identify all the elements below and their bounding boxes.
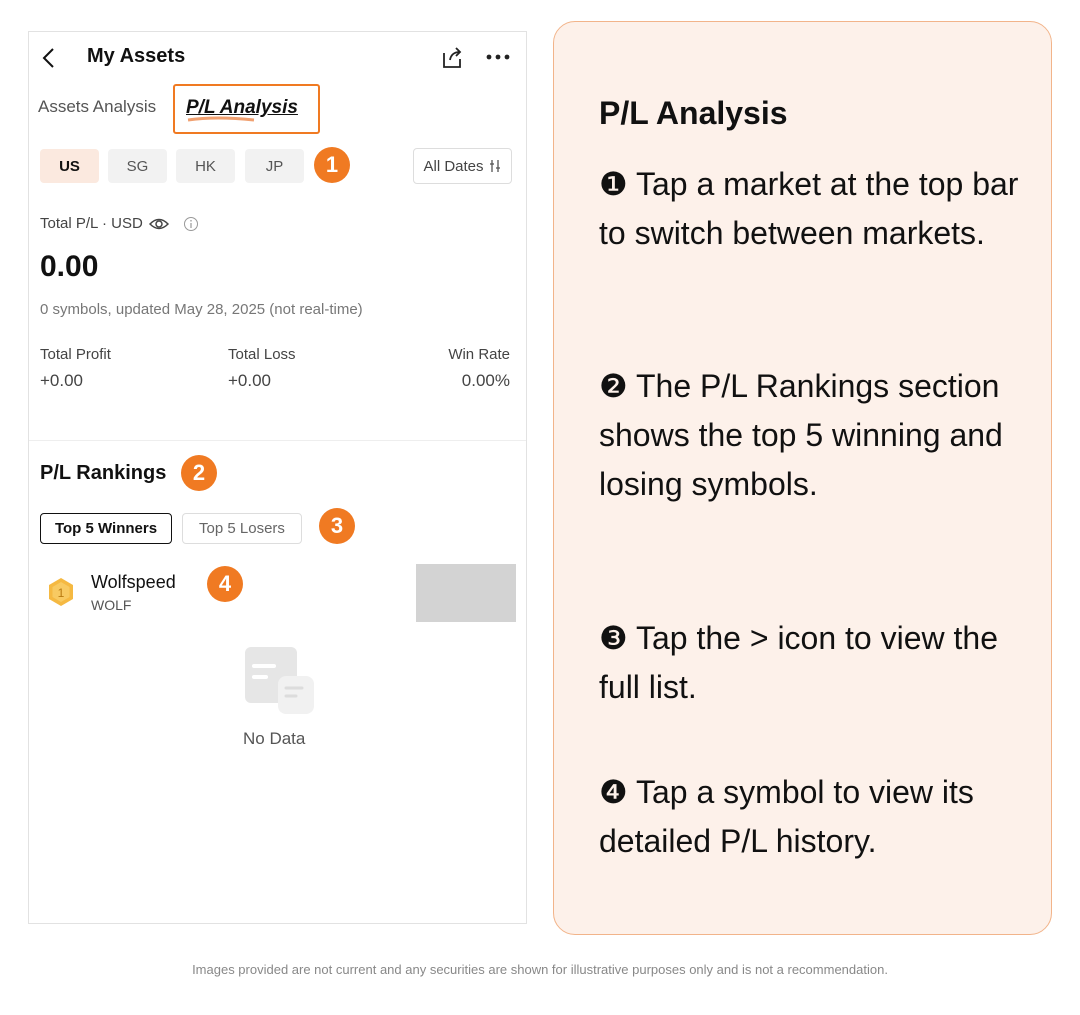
pl-rankings-title: P/L Rankings: [40, 462, 167, 484]
share-icon[interactable]: [440, 45, 464, 71]
market-chip-us[interactable]: US: [40, 149, 99, 183]
empty-state-icon: [245, 647, 314, 714]
top-winners-toggle[interactable]: Top 5 Winners: [40, 513, 172, 544]
total-pl-label: Total P/L · USD: [40, 215, 143, 232]
top-losers-toggle[interactable]: Top 5 Losers: [182, 513, 302, 544]
total-loss-label: Total Loss: [228, 346, 296, 363]
total-pl-value: 0.00: [40, 250, 99, 283]
back-arrow-icon[interactable]: [38, 44, 62, 72]
date-filter-label: All Dates: [423, 157, 484, 175]
tab-pl-analysis[interactable]: P/L Analysis: [186, 97, 298, 119]
tip-1: ❶ Tap a market at the top bar to switch …: [599, 166, 1019, 251]
rank-number: 1: [58, 586, 65, 600]
win-rate-value: 0.00%: [461, 371, 510, 390]
rank-medal-icon: 1: [49, 578, 73, 606]
total-loss-value: +0.00: [228, 371, 272, 390]
info-title: P/L Analysis: [599, 95, 788, 131]
tip-3: ❸ Tap the > icon to view the full list.: [599, 620, 998, 705]
tab-assets-analysis[interactable]: Assets Analysis: [38, 97, 156, 117]
info-icon[interactable]: [183, 216, 199, 232]
total-profit-value: +0.00: [40, 371, 84, 390]
callout-badge-4: 4: [207, 566, 243, 602]
total-profit-label: Total Profit: [40, 346, 111, 363]
total-pl-label-row: Total P/L · USD: [40, 215, 199, 232]
section-divider: [29, 440, 526, 441]
date-filter-button[interactable]: All Dates: [413, 148, 512, 184]
callout-badge-3: 3: [319, 508, 355, 544]
filter-sliders-icon: [489, 160, 500, 172]
tip-4: ❹ Tap a symbol to view its detailed P/L …: [599, 774, 974, 859]
empty-state-text: No Data: [243, 729, 306, 748]
callout-badge-2: 2: [181, 455, 217, 491]
redacted-value-block: [416, 564, 516, 622]
callout-badge-1: 1: [314, 147, 350, 183]
market-chip-hk[interactable]: HK: [176, 149, 235, 183]
disclaimer-text: Images provided are not current and any …: [192, 962, 888, 977]
update-status-text: 0 symbols, updated May 28, 2025 (not rea…: [40, 301, 363, 318]
win-rate-label: Win Rate: [448, 346, 510, 363]
more-options-icon[interactable]: [484, 47, 512, 67]
eye-icon[interactable]: [148, 217, 169, 231]
page-title: My Assets: [87, 45, 186, 67]
symbol-ticker: WOLF: [91, 597, 132, 613]
tip-2: ❷ The P/L Rankings section shows the top…: [599, 368, 1003, 502]
market-chip-sg[interactable]: SG: [108, 149, 167, 183]
symbol-name[interactable]: Wolfspeed: [91, 572, 176, 593]
market-chip-jp[interactable]: JP: [245, 149, 304, 183]
